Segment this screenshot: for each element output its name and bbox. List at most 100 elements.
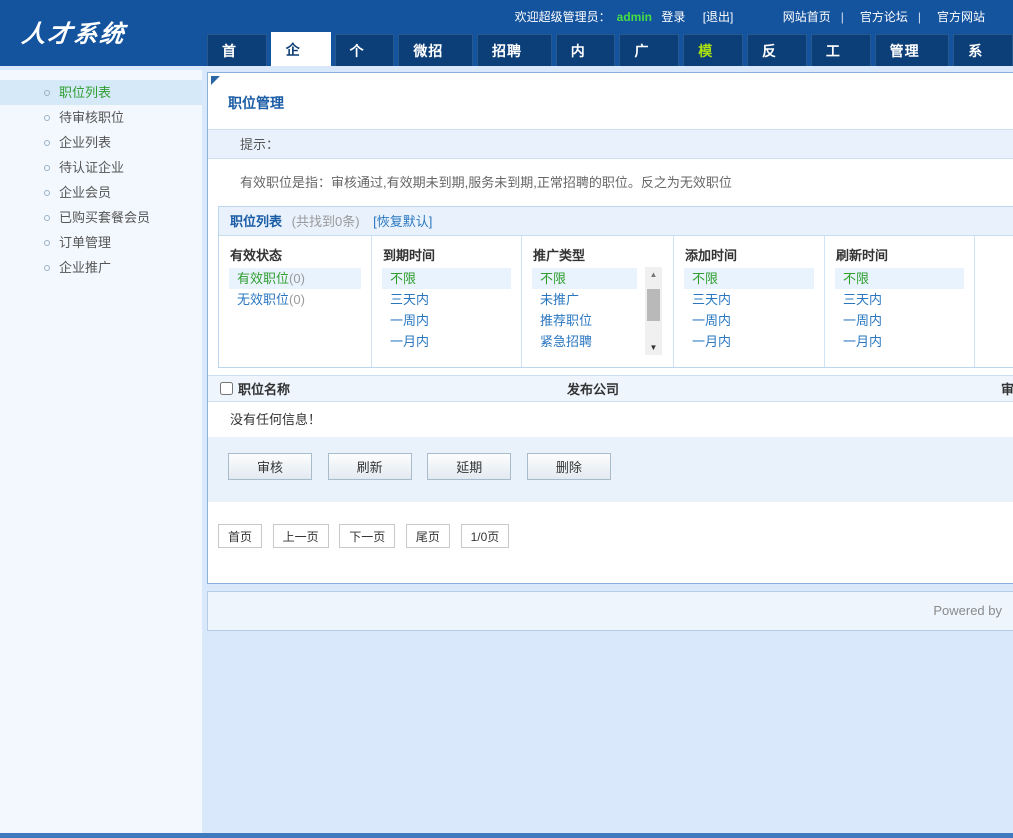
sidebar-item-enterprise-members[interactable]: 企业会员	[0, 180, 202, 205]
tab-tools[interactable]: 工具	[810, 34, 871, 91]
official-site-link[interactable]: 官方网站	[937, 10, 985, 24]
action-bar: 审核 刷新 延期 删除	[208, 437, 1013, 502]
footer-bar: Powered by	[207, 591, 1013, 631]
first-page-button[interactable]: 首页	[218, 524, 263, 548]
filter-option[interactable]: 一月内	[835, 331, 964, 352]
separator: |	[840, 10, 844, 24]
filter-option[interactable]: 不限	[532, 268, 637, 289]
tab-job-fair[interactable]: 招聘会	[477, 34, 552, 91]
select-all-checkbox[interactable]	[220, 382, 233, 395]
filter-option[interactable]: 一月内	[684, 331, 814, 352]
option-label: 一月内	[843, 334, 883, 349]
filter-option[interactable]: 一周内	[684, 310, 814, 331]
page-indicator: 1/0页	[460, 524, 510, 548]
page-title: 职位管理	[228, 95, 284, 111]
sidebar-item-pending-positions[interactable]: 待审核职位	[0, 105, 202, 130]
scroll-down-icon[interactable]: ▼	[645, 340, 662, 355]
filter-expire-time: 到期时间 不限 三天内 一周内 一月内	[372, 236, 522, 367]
option-label: 无效职位	[237, 292, 290, 307]
extend-button[interactable]: 延期	[427, 453, 512, 480]
tab-personal[interactable]: 个人	[334, 34, 395, 91]
welcome-text: 欢迎超级管理员：	[514, 10, 611, 24]
filter-option[interactable]: 不限	[835, 268, 964, 289]
filter-option[interactable]: 三天内	[835, 289, 964, 310]
sidebar-item-package-members[interactable]: 已购买套餐会员	[0, 205, 202, 230]
list-title: 职位列表	[230, 214, 283, 229]
scrollbar[interactable]: ▲ ▼	[645, 267, 662, 355]
sidebar-item-label: 已购买套餐会员	[59, 210, 151, 225]
filter-option[interactable]: 三天内	[382, 289, 511, 310]
tab-template[interactable]: 模板	[683, 34, 744, 91]
filter-promotion-type: 推广类型 不限 未推广 推荐职位 紧急招聘 ▲ ▼	[522, 236, 674, 367]
column-header-company: 发布公司	[566, 382, 619, 397]
login-link[interactable]: 登录	[661, 10, 685, 24]
window-bottom-strip	[0, 833, 1013, 838]
sidebar: 职位列表 待审核职位 企业列表 待认证企业 企业会员 已购买套餐会员 订单管理 …	[0, 70, 202, 838]
filter-option[interactable]: 三天内	[684, 289, 814, 310]
filter-option[interactable]: 一周内	[835, 310, 964, 331]
option-label: 一周内	[843, 313, 883, 328]
filter-option[interactable]: 一周内	[382, 310, 511, 331]
app-logo: 人才系统	[20, 21, 128, 48]
filter-columns: 有效状态 有效职位(0) 无效职位(0) 到期时间 不限 三天内 一周内 一月内…	[219, 236, 1013, 367]
filter-option[interactable]: 推荐职位	[532, 310, 637, 331]
bullet-circle-icon	[44, 265, 50, 271]
filter-refresh-time: 刷新时间 不限 三天内 一周内 一月内	[825, 236, 975, 367]
filter-column-title: 推广类型	[533, 248, 586, 263]
tab-feedback[interactable]: 反馈	[747, 34, 807, 91]
bullet-circle-icon	[44, 140, 50, 146]
scrollbar-thumb[interactable]	[647, 289, 660, 321]
filter-column-title: 到期时间	[383, 248, 436, 263]
refresh-button[interactable]: 刷新	[327, 453, 412, 480]
filter-option[interactable]: 未推广	[532, 289, 637, 310]
reset-defaults-link[interactable]: [恢复默认]	[373, 214, 432, 229]
sidebar-item-order-management[interactable]: 订单管理	[0, 230, 202, 255]
tab-ads[interactable]: 广告	[619, 34, 680, 91]
site-home-link[interactable]: 网站首页	[783, 10, 831, 24]
filter-option[interactable]: 无效职位(0)	[229, 289, 361, 310]
tab-admin[interactable]: 管理员	[874, 34, 950, 91]
option-label: 不限	[843, 271, 870, 286]
filter-option[interactable]: 有效职位(0)	[229, 268, 361, 289]
prev-page-button[interactable]: 上一页	[272, 524, 329, 548]
filter-column-title: 有效状态	[230, 248, 283, 263]
filter-option[interactable]: 紧急招聘	[532, 331, 637, 352]
option-label: 三天内	[692, 292, 732, 307]
collapse-corner-icon[interactable]	[211, 76, 220, 85]
last-page-button[interactable]: 尾页	[405, 524, 450, 548]
position-filter-box: 职位列表 (共找到0条) [恢复默认] 有效状态 有效职位(0) 无效职位(0)…	[218, 206, 1013, 368]
filter-option[interactable]: 不限	[382, 268, 511, 289]
filter-column-title: 刷新时间	[836, 248, 889, 263]
sidebar-item-enterprise-promotion[interactable]: 企业推广	[0, 255, 202, 280]
tab-content[interactable]: 内容	[555, 34, 616, 91]
sidebar-item-position-list[interactable]: 职位列表	[0, 80, 202, 105]
tip-text: 有效职位是指：审核通过,有效期未到期,服务未到期,正常招聘的职位。反之为无效职位	[240, 175, 732, 190]
option-label: 三天内	[390, 292, 430, 307]
tab-system[interactable]: 系统	[953, 34, 1013, 91]
sidebar-item-label: 企业会员	[59, 185, 112, 200]
sidebar-item-enterprise-list[interactable]: 企业列表	[0, 130, 202, 155]
option-count: (0)	[289, 271, 305, 286]
sidebar-item-pending-cert-enterprise[interactable]: 待认证企业	[0, 155, 202, 180]
tab-home[interactable]: 首页	[207, 34, 267, 91]
next-page-button[interactable]: 下一页	[339, 524, 396, 548]
top-header: 人才系统 欢迎超级管理员： admin 登录 [退出] 网站首页 | 官方论坛 | 官方网…	[0, 0, 1013, 92]
scroll-up-icon[interactable]: ▲	[645, 267, 662, 282]
bullet-circle-icon	[44, 165, 50, 171]
bullet-circle-icon	[44, 115, 50, 121]
filter-option[interactable]: 不限	[684, 268, 814, 289]
sidebar-item-label: 待认证企业	[59, 160, 125, 175]
filter-option[interactable]: 一月内	[382, 331, 511, 352]
tab-micro-recruit[interactable]: 微招聘	[398, 34, 474, 91]
result-count: (共找到0条)	[291, 214, 360, 229]
filter-extra-column	[975, 236, 1013, 367]
username: admin	[616, 10, 652, 24]
logout-link[interactable]: [退出]	[703, 10, 734, 24]
audit-button[interactable]: 审核	[228, 453, 312, 480]
official-forum-link[interactable]: 官方论坛	[860, 10, 908, 24]
filter-add-time: 添加时间 不限 三天内 一周内 一月内	[674, 236, 825, 367]
delete-button[interactable]: 删除	[526, 453, 611, 480]
tab-enterprise[interactable]: 企业	[270, 32, 331, 92]
option-label: 不限	[692, 271, 719, 286]
content-panel: 职位管理 提示： 有效职位是指：审核通过,有效期未到期,服务未到期,正常招聘的职…	[207, 72, 1013, 584]
